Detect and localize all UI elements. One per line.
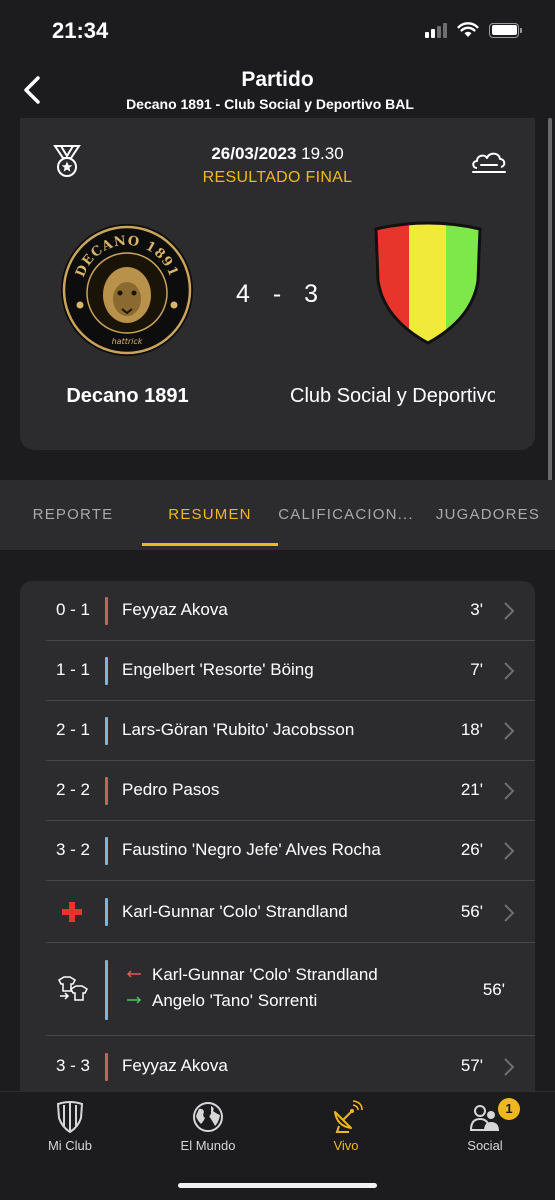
nav-label: Mi Club: [47, 1138, 93, 1153]
away-team-name[interactable]: Club Social y Deportivo: [290, 385, 495, 408]
event-row[interactable]: 1 - 1 Engelbert 'Resorte' Böing 7': [46, 641, 535, 701]
home-logo-subtext: hattrick: [112, 337, 143, 346]
substitution-icon: [58, 976, 88, 1001]
event-row[interactable]: 0 - 1 Feyyaz Akova 3': [46, 581, 535, 641]
globe-icon: [193, 1102, 223, 1132]
event-row[interactable]: Karl-Gunnar 'Colo' Strandland Angelo 'Ta…: [46, 943, 535, 1036]
navigation-bar: Partido Decano 1891 - Club Social y Depo…: [0, 62, 555, 118]
home-team-bar: [105, 837, 108, 865]
event-minute: 7': [470, 660, 483, 679]
event-minute: 56': [460, 902, 483, 921]
event-row[interactable]: 3 - 2 Faustino 'Negro Jefe' Alves Rocha …: [46, 821, 535, 881]
sub-player-in: Angelo 'Tano' Sorrenti: [152, 991, 318, 1010]
event-row[interactable]: 3 - 3 Feyyaz Akova 57': [46, 1036, 535, 1091]
event-minute: 18': [460, 720, 483, 739]
home-team-bar: [105, 717, 108, 745]
event-score: 1 - 1: [55, 660, 91, 679]
away-team-bar: [105, 777, 108, 805]
shield-icon: [56, 1101, 84, 1134]
page-title: Partido: [241, 68, 314, 91]
event-player: Feyyaz Akova: [122, 600, 228, 619]
battery-icon: [489, 22, 522, 38]
away-team-shield[interactable]: [372, 221, 484, 345]
nav-social[interactable]: 1 Social: [425, 1098, 545, 1153]
score-separator: -: [272, 280, 283, 308]
event-player: Pedro Pasos: [122, 780, 220, 799]
tab-resumen[interactable]: RESUMEN: [142, 480, 278, 550]
people-icon: [469, 1105, 499, 1131]
match-header-card: 26/03/2023 19.30 RESULTADO FINAL DECANO …: [20, 118, 535, 450]
event-score: 0 - 1: [55, 600, 91, 619]
active-tab-indicator: [142, 543, 278, 546]
status-time: 21:34: [52, 18, 109, 43]
chevron-right-icon: [504, 662, 515, 680]
event-score: 3 - 3: [55, 1056, 91, 1075]
chevron-right-icon: [504, 904, 515, 922]
chevron-right-icon: [504, 782, 515, 800]
away-goals: 3: [304, 280, 320, 308]
chevron-right-icon: [504, 1058, 515, 1076]
chevron-right-icon: [504, 722, 515, 740]
cloudy-weather-icon: [472, 152, 506, 173]
event-minute: 3': [470, 600, 483, 619]
match-datetime: 26/03/2023 19.30: [20, 144, 535, 164]
event-score: 2 - 1: [55, 720, 91, 739]
event-row[interactable]: 2 - 2 Pedro Pasos 21': [46, 761, 535, 821]
match-status: RESULTADO FINAL: [202, 169, 353, 186]
event-player: Karl-Gunnar 'Colo' Strandland: [122, 902, 348, 921]
event-minute: 56': [482, 980, 505, 999]
event-player: Lars-Göran 'Rubito' Jacobsson: [122, 720, 355, 739]
satellite-dish-icon: [334, 1100, 363, 1133]
event-row[interactable]: Karl-Gunnar 'Colo' Strandland 56': [46, 881, 535, 943]
event-player: Engelbert 'Resorte' Böing: [122, 660, 314, 679]
away-team-bar: [105, 597, 108, 625]
injury-cross-icon: [62, 902, 82, 922]
home-team-bar: [105, 960, 108, 1020]
event-score: 2 - 2: [55, 780, 91, 799]
sub-out-arrow-icon: [126, 970, 141, 978]
home-goals: 4: [235, 280, 251, 308]
page-subtitle: Decano 1891 - Club Social y Deportivo BA…: [126, 96, 414, 112]
match-events-list: 0 - 1 Feyyaz Akova 3' 1 - 1 Engelbert 'R…: [20, 581, 535, 1091]
tab-reporte[interactable]: REPORTE: [14, 480, 132, 550]
event-player: Feyyaz Akova: [122, 1056, 228, 1075]
notification-badge: 1: [498, 1098, 520, 1120]
tab-jugadores[interactable]: JUGADORES: [424, 480, 552, 550]
event-player: Faustino 'Negro Jefe' Alves Rocha: [122, 840, 381, 859]
wifi-icon: [457, 22, 479, 37]
event-minute: 21': [460, 780, 483, 799]
home-team-name[interactable]: Decano 1891: [40, 385, 215, 408]
nav-label: El Mundo: [180, 1138, 236, 1153]
home-team-bar: [105, 898, 108, 926]
sub-player-out: Karl-Gunnar 'Colo' Strandland: [152, 965, 378, 984]
event-minute: 26': [460, 840, 483, 859]
nav-label: Vivo: [333, 1138, 359, 1153]
match-date: 26/03/2023: [211, 144, 297, 163]
home-team-bar: [105, 657, 108, 685]
event-score: 3 - 2: [55, 840, 91, 859]
away-team-bar: [105, 1053, 108, 1081]
nav-mi-club[interactable]: Mi Club: [10, 1100, 130, 1153]
chevron-right-icon: [504, 602, 515, 620]
event-minute: 57': [460, 1056, 483, 1075]
event-row[interactable]: 2 - 1 Lars-Göran 'Rubito' Jacobsson 18': [46, 701, 535, 761]
tab-bar: REPORTE RESUMEN CALIFICACION... JUGADORE…: [0, 480, 555, 550]
status-icons: [425, 22, 522, 38]
tab-calificaciones[interactable]: CALIFICACION...: [276, 480, 416, 550]
match-time: 19.30: [301, 144, 344, 163]
sub-in-arrow-icon: [127, 996, 142, 1004]
nav-label: Social: [467, 1138, 503, 1153]
home-indicator: [178, 1183, 377, 1188]
nav-vivo[interactable]: Vivo: [286, 1100, 406, 1153]
status-bar: 21:34: [0, 0, 555, 62]
cellular-signal-icon: [425, 22, 447, 38]
chevron-right-icon: [504, 842, 515, 860]
nav-el-mundo[interactable]: El Mundo: [148, 1100, 268, 1153]
